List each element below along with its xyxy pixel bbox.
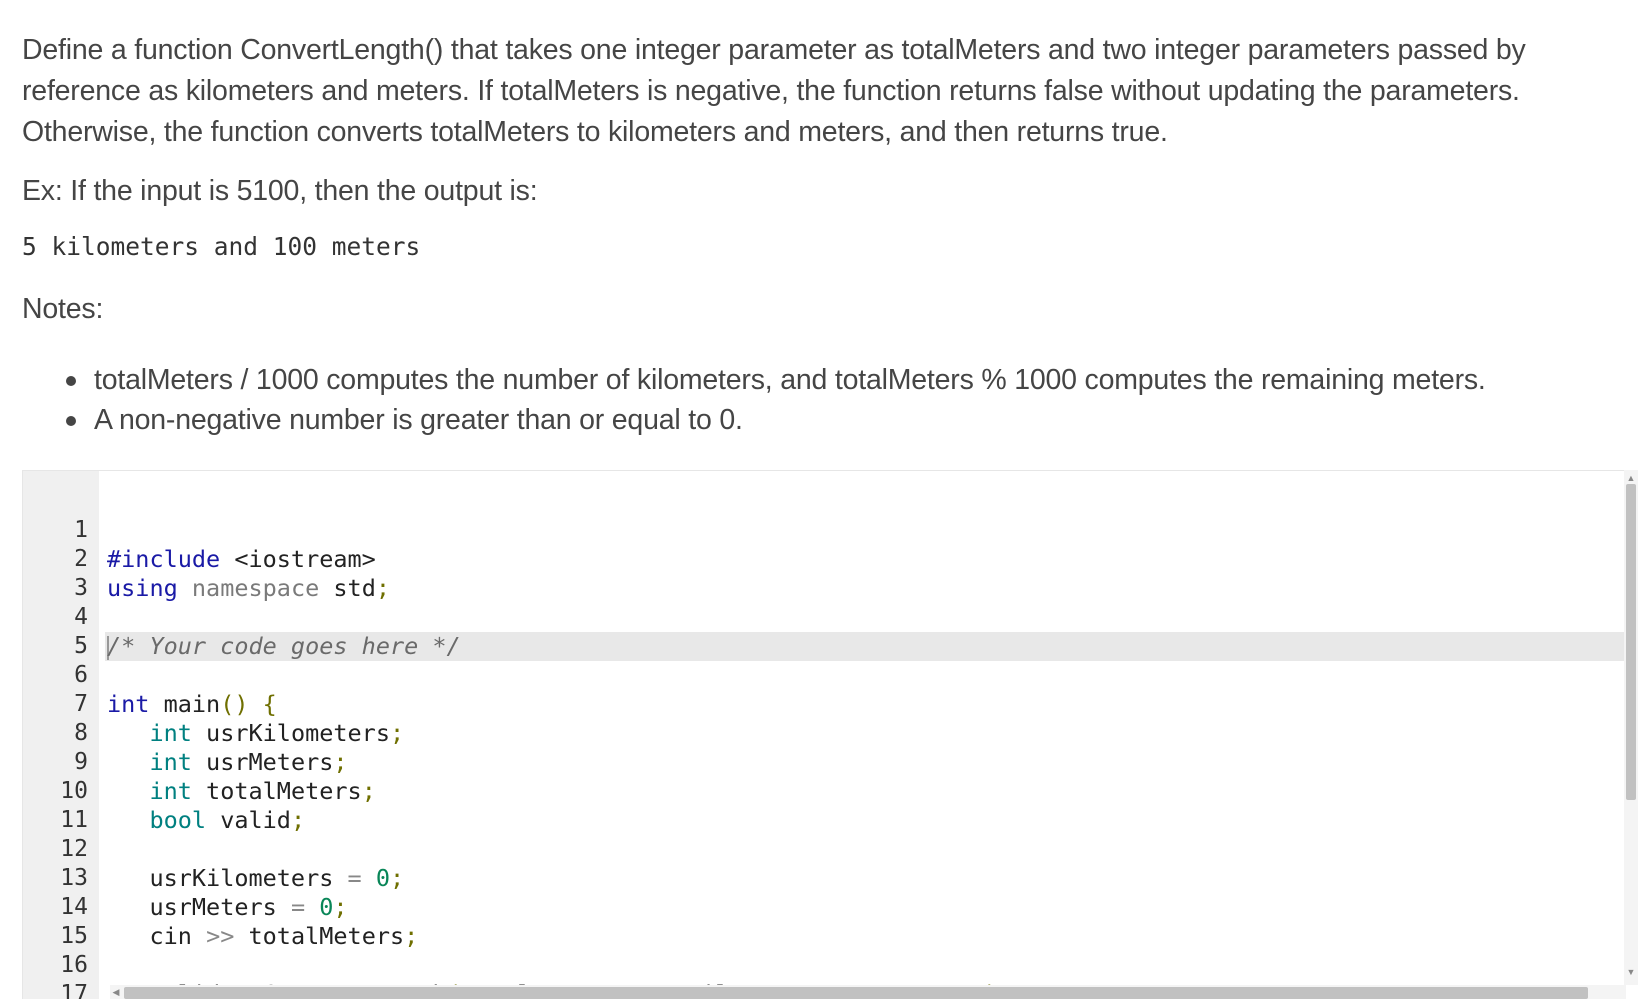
- scroll-down-arrow-icon[interactable]: ▼: [1626, 966, 1636, 978]
- code-line[interactable]: 5: [23, 603, 1629, 632]
- notes-label: Notes:: [22, 289, 103, 330]
- horizontal-scrollbar-thumb[interactable]: [124, 987, 1588, 999]
- code-line[interactable]: 10 bool valid;: [23, 748, 1629, 777]
- note-text: totalMeters / 1000 computes the number o…: [94, 364, 1486, 396]
- scroll-up-arrow-icon[interactable]: ▲: [1626, 472, 1636, 484]
- scroll-left-arrow-icon[interactable]: ◀: [110, 985, 122, 999]
- bullet-icon: [66, 376, 76, 386]
- note-text: A non-negative number is greater than or…: [94, 404, 743, 436]
- code-line[interactable]: 13 usrMeters = 0;: [23, 835, 1629, 864]
- problem-paragraph: Define a function ConvertLength() that t…: [22, 30, 1602, 153]
- code-line[interactable]: 8 int usrMeters;: [23, 690, 1629, 719]
- code-line[interactable]: 17: [23, 951, 1629, 980]
- code-line[interactable]: 14 cin >> totalMeters;: [23, 864, 1629, 893]
- example-output: 5 kilometers and 100 meters: [22, 232, 420, 261]
- bullet-icon: [66, 416, 76, 426]
- note-item: totalMeters / 1000 computes the number o…: [22, 360, 1486, 400]
- code-line[interactable]: 12 usrKilometers = 0;: [23, 806, 1629, 835]
- code-line[interactable]: 9 int totalMeters;: [23, 719, 1629, 748]
- code-line-active[interactable]: 4 /* Your code goes here */: [23, 574, 1629, 603]
- code-line[interactable]: 6 int main() {: [23, 632, 1629, 661]
- note-item: A non-negative number is greater than or…: [22, 400, 1486, 440]
- code-line[interactable]: 1 #include <iostream>: [23, 487, 1629, 516]
- example-intro: Ex: If the input is 5100, then the outpu…: [22, 171, 537, 212]
- code-area[interactable]: 1 #include <iostream> 2 using namespace …: [23, 487, 1629, 999]
- code-line[interactable]: 11: [23, 777, 1629, 806]
- code-editor[interactable]: 1 #include <iostream> 2 using namespace …: [22, 470, 1638, 999]
- code-line[interactable]: 7 int usrKilometers;: [23, 661, 1629, 690]
- notes-list: totalMeters / 1000 computes the number o…: [22, 360, 1486, 440]
- code-line[interactable]: 3: [23, 545, 1629, 574]
- code-line[interactable]: 2 using namespace std;: [23, 516, 1629, 545]
- vertical-scrollbar-thumb[interactable]: [1626, 484, 1636, 800]
- code-line[interactable]: 15: [23, 893, 1629, 922]
- code-line[interactable]: 16 valid = ConvertLength(totalMeters, us…: [23, 922, 1629, 951]
